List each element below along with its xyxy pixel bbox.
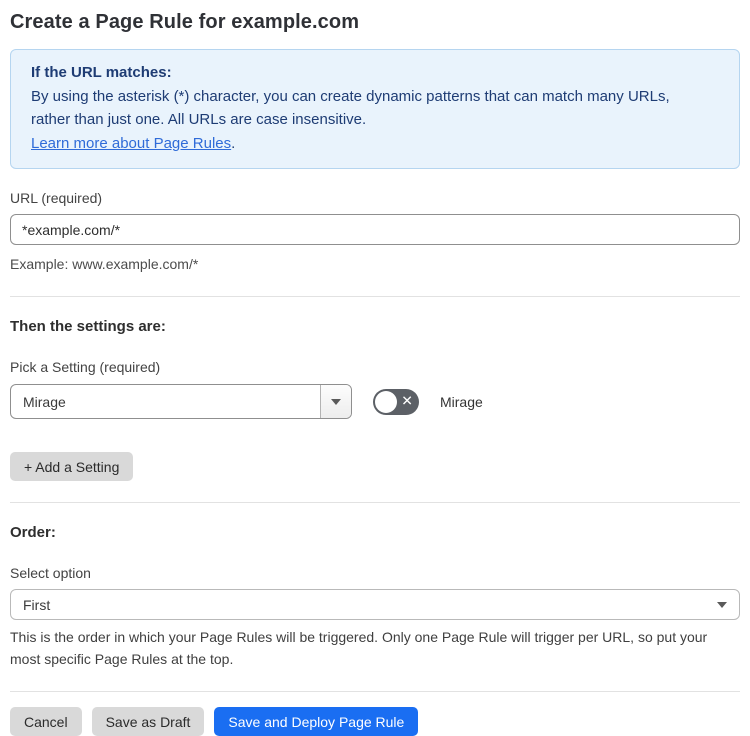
mirage-toggle[interactable]: ✕ (373, 388, 419, 415)
setting-row: Mirage ✕ Mirage (10, 384, 740, 419)
divider (10, 296, 740, 297)
save-as-draft-button[interactable]: Save as Draft (91, 707, 205, 736)
toggle-label: Mirage (440, 393, 483, 410)
divider (10, 691, 740, 692)
link-suffix: . (231, 135, 236, 152)
toggle-knob (375, 390, 397, 413)
info-box-link-line: Learn more about Page Rules. (31, 132, 701, 155)
footer-actions: Cancel Save as Draft Save and Deploy Pag… (10, 707, 740, 736)
info-box-heading: If the URL matches: (31, 64, 172, 81)
add-setting-button[interactable]: + Add a Setting (10, 452, 134, 481)
settings-section-heading: Then the settings are: (10, 318, 166, 335)
url-input[interactable] (10, 214, 740, 245)
save-and-deploy-button[interactable]: Save and Deploy Page Rule (214, 707, 419, 736)
chevron-down-icon (717, 601, 727, 608)
order-select-label: Select option (10, 565, 91, 581)
order-section-heading: Order: (10, 524, 56, 541)
order-helper-text: This is the order in which your Page Rul… (10, 629, 708, 667)
setting-picker-label: Pick a Setting (required) (10, 359, 161, 375)
learn-more-link[interactable]: Learn more about Page Rules (31, 135, 231, 152)
order-select[interactable]: First (10, 589, 740, 620)
url-field-label: URL (required) (10, 190, 103, 206)
order-select-value: First (23, 596, 51, 613)
divider (10, 502, 740, 503)
page-title: Create a Page Rule for example.com (10, 11, 360, 33)
info-box-body: By using the asterisk (*) character, you… (31, 88, 670, 128)
url-match-info-box: If the URL matches: By using the asteris… (10, 49, 740, 169)
chevron-down-icon (331, 398, 341, 405)
setting-select-value: Mirage (23, 393, 66, 410)
setting-select-arrow-button[interactable] (320, 385, 351, 418)
cancel-button[interactable]: Cancel (10, 707, 82, 736)
toggle-off-x-icon: ✕ (401, 393, 413, 410)
setting-select[interactable]: Mirage (10, 384, 352, 419)
url-field-helper: Example: www.example.com/* (10, 256, 199, 272)
